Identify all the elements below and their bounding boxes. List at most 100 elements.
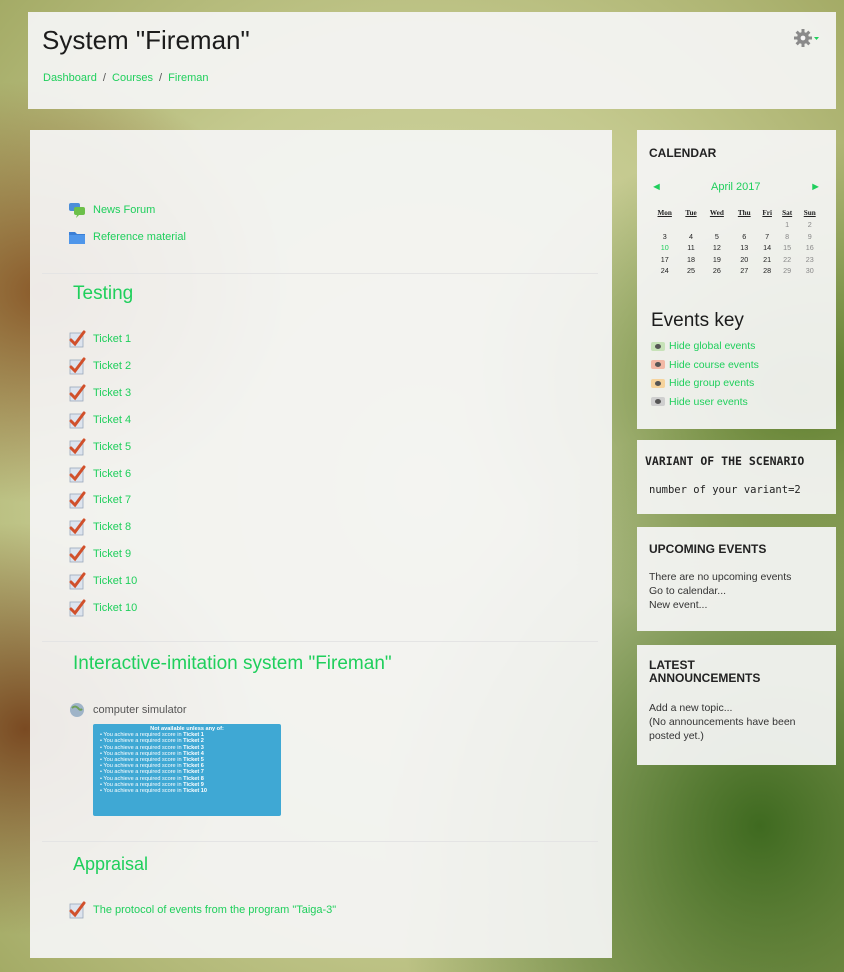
calendar-month[interactable]: April 2017 xyxy=(711,181,761,193)
gear-icon[interactable] xyxy=(794,28,820,48)
add-topic-link[interactable]: Add a new topic... xyxy=(649,701,824,715)
events-key-label: Hide course events xyxy=(669,358,759,371)
calendar-day[interactable]: 29 xyxy=(777,265,797,277)
calendar-day[interactable]: 25 xyxy=(679,265,702,277)
calendar-day[interactable]: 27 xyxy=(731,265,757,277)
calendar-day[interactable]: 10 xyxy=(650,242,679,254)
checklist-icon xyxy=(69,357,86,375)
restriction-ticket: Ticket 5 xyxy=(183,757,204,764)
restriction-info: Not available unless any of: • You achie… xyxy=(93,724,281,816)
activity-label: Ticket 10 xyxy=(93,575,138,588)
restriction-prefix: You achieve a required score in xyxy=(103,781,182,788)
calendar-day[interactable]: 30 xyxy=(797,265,822,277)
events-key-item[interactable]: Hide user events xyxy=(651,396,748,408)
calendar-day xyxy=(703,219,732,231)
calendar-day[interactable]: 28 xyxy=(757,265,777,277)
activity-computer-simulator: computer simulator xyxy=(68,701,187,719)
calendar-day[interactable]: 8 xyxy=(777,231,797,243)
upcoming-empty-text: There are no upcoming events xyxy=(649,571,792,583)
variant-text: number of your variant=2 xyxy=(649,484,801,496)
weekday-header: Mon xyxy=(657,208,672,217)
eye-icon xyxy=(651,341,665,351)
globe-icon xyxy=(70,703,84,717)
block-title: LATEST ANNOUNCEMENTS xyxy=(649,658,761,685)
breadcrumb: Dashboard / Courses / Fireman xyxy=(43,72,209,84)
activity-label: Ticket 7 xyxy=(93,494,132,507)
activity-label: Ticket 10 xyxy=(93,602,138,614)
restriction-prefix: You achieve a required score in xyxy=(103,788,182,795)
page-title: System "Fireman" xyxy=(42,25,250,55)
calendar-day[interactable]: 19 xyxy=(703,254,732,266)
breadcrumb-separator: / xyxy=(102,72,106,84)
activity-ticket[interactable]: Ticket 8 xyxy=(68,518,131,536)
go-to-calendar-link[interactable]: Go to calendar... xyxy=(649,584,824,598)
weekday-header: Tue xyxy=(685,208,697,217)
calendar-day[interactable]: 2 xyxy=(797,219,822,231)
calendar-day[interactable]: 6 xyxy=(731,231,757,243)
activity-ticket[interactable]: Ticket 4 xyxy=(68,411,131,429)
calendar-day[interactable]: 15 xyxy=(777,242,797,254)
checklist-icon xyxy=(69,572,86,590)
forum-icon xyxy=(69,203,85,218)
activity-ticket[interactable]: Ticket 3 xyxy=(68,384,131,402)
activity-ticket[interactable]: Ticket 6 xyxy=(68,465,131,483)
calendar-day[interactable]: 18 xyxy=(679,254,702,266)
activity-ticket[interactable]: Ticket 10 xyxy=(68,599,137,617)
activity-ticket[interactable]: Ticket 7 xyxy=(68,491,131,509)
prev-month-arrow-icon[interactable]: ◄ xyxy=(651,181,662,193)
calendar-day[interactable]: 22 xyxy=(777,254,797,266)
calendar-day xyxy=(650,219,679,231)
calendar-day[interactable]: 11 xyxy=(679,242,702,254)
activity-ticket[interactable]: Ticket 9 xyxy=(68,545,131,563)
breadcrumb-dashboard[interactable]: Dashboard xyxy=(43,72,97,84)
calendar-day[interactable]: 17 xyxy=(650,254,679,266)
activity-protocol[interactable]: The protocol of events from the program … xyxy=(68,901,336,919)
next-month-arrow-icon[interactable]: ► xyxy=(810,181,821,193)
activity-ticket[interactable]: Ticket 2 xyxy=(68,357,131,375)
calendar-day xyxy=(757,219,777,231)
calendar-day[interactable]: 5 xyxy=(703,231,732,243)
activity-ticket[interactable]: Ticket 5 xyxy=(68,438,131,456)
calendar-day[interactable]: 12 xyxy=(703,242,732,254)
activity-ticket[interactable]: Ticket 10 xyxy=(68,572,137,590)
calendar-day[interactable]: 24 xyxy=(650,265,679,277)
events-key-item[interactable]: Hide course events xyxy=(651,359,759,371)
calendar-day[interactable]: 20 xyxy=(731,254,757,266)
restriction-prefix: You achieve a required score in xyxy=(103,732,182,739)
calendar-day[interactable]: 1 xyxy=(777,219,797,231)
activity-news-forum[interactable]: News Forum xyxy=(68,201,155,219)
activity-label: Ticket 9 xyxy=(93,548,132,561)
calendar-day[interactable]: 7 xyxy=(757,231,777,243)
calendar-day[interactable]: 16 xyxy=(797,242,822,254)
activity-ticket[interactable]: Ticket 1 xyxy=(68,330,131,348)
block-title: UPCOMING EVENTS xyxy=(649,542,767,556)
breadcrumb-courses[interactable]: Courses xyxy=(112,72,153,84)
weekday-header: Thu xyxy=(737,208,751,217)
calendar-day[interactable]: 9 xyxy=(797,231,822,243)
calendar-day[interactable]: 23 xyxy=(797,254,822,266)
calendar-day[interactable]: 21 xyxy=(757,254,777,266)
variant-block: VARIANT OF THE SCENARIO number of your v… xyxy=(637,440,836,514)
events-key-item[interactable]: Hide group events xyxy=(651,377,754,389)
calendar-day[interactable]: 14 xyxy=(757,242,777,254)
restriction-prefix: You achieve a required score in xyxy=(103,775,182,782)
calendar-day[interactable]: 4 xyxy=(679,231,702,243)
breadcrumb-fireman[interactable]: Fireman xyxy=(168,72,208,84)
calendar-day[interactable]: 13 xyxy=(731,242,757,254)
page-header: System "Fireman" Dashboard / Courses / F… xyxy=(28,12,836,109)
restriction-ticket: Ticket 3 xyxy=(183,744,204,751)
restriction-ticket: Ticket 2 xyxy=(183,738,204,745)
breadcrumb-separator: / xyxy=(159,72,163,84)
activity-label: The protocol of events from the program … xyxy=(93,904,337,916)
restriction-ticket: Ticket 8 xyxy=(183,775,204,782)
events-key-item[interactable]: Hide global events xyxy=(651,340,755,352)
calendar-day[interactable]: 3 xyxy=(650,231,679,243)
activity-reference-material[interactable]: Reference material xyxy=(68,228,186,246)
restriction-ticket: Ticket 10 xyxy=(183,788,207,795)
calendar-day[interactable]: 26 xyxy=(703,265,732,277)
checklist-icon xyxy=(69,518,86,536)
weekday-header: Sun xyxy=(803,208,816,217)
restriction-prefix: You achieve a required score in xyxy=(103,738,182,745)
activity-label: Ticket 2 xyxy=(93,359,132,372)
new-event-link[interactable]: New event... xyxy=(649,598,824,612)
